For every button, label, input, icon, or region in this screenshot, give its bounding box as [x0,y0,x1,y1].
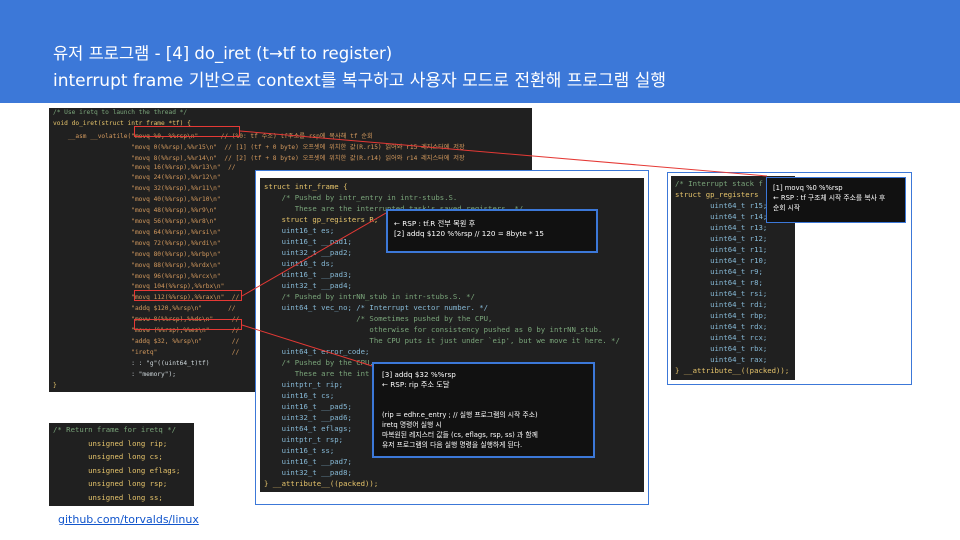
code-line: uint64_t r9; [675,267,763,276]
code-line: /* Interrupt stack f [675,179,763,188]
code-line: "movq 16(%%rsp),%%r13\n" // [53,163,236,171]
code-line: uint64_t rdi; [675,300,768,309]
code-line: uint16_t __pad3; [264,270,352,279]
code-line: uint64_t r13; [675,223,768,232]
highlight-addq-120 [134,290,242,301]
code-line: uint16_t ds; [264,259,335,268]
code-line: uint16_t ss; [264,446,335,455]
code-line: "movq 64(%%rsp),%%rsi\n" [53,228,221,236]
code-line: uint16_t __pad7; [264,457,352,466]
code-line: "movq 96(%%rsp),%%rcx\n" [53,272,221,280]
code-line: : "memory"); [53,370,176,378]
code-line: unsigned long eflags; [53,465,181,475]
code-line: uint32_t __pad6; [264,413,352,422]
code-line: uint64_t rsi; [675,289,768,298]
highlight-movq-rsp [134,126,240,137]
code-line: /* Pushed by intrNN_stub in intr-stubs.S… [264,292,475,301]
code-line: "movq 56(%%rsp),%%r8\n" [53,218,217,225]
code-line: uint64_t error_code; [264,347,370,356]
code-line: uintptr_t rsp; [264,435,344,444]
note-box-2: ← RSP : tf.R 전부 복원 후 [2] addq $120 %%rsp… [386,209,598,253]
code-line: /* Return frame for iretq */ [53,425,177,434]
code-line: } __attribute__((packed)); [264,479,379,488]
code-line: uint64_t r11; [675,245,768,254]
code-line: unsigned long cs; [53,452,163,461]
code-line: uint64_t rbx; [675,344,768,353]
note-text-1: [1] movq %0 %%rsp ← RSP : tf 구조체 시작 주소를 … [773,184,886,212]
code-line: "movq 48(%%rsp),%%r9\n" [53,207,217,215]
code-line: uint16_t cs; [264,391,335,400]
code-line: "movq 32(%%rsp),%%r11\n" [53,185,221,193]
code-line: unsigned long ss; [53,492,163,502]
code-line: uint32_t __pad2; [264,248,352,257]
note-text-3b: (rip = edhr.e_entry ; // 실행 프로그램의 시작 주소)… [382,411,538,449]
note-box-3: [3] addq $32 %%rsp ← RSP: rip 주소 도달 (rip… [372,362,595,458]
code-line: "iretq" // [53,348,240,356]
code-line: "movq 0(%%rsp),%%r15\n" // [1] (tf + 0 b… [53,143,465,151]
code-line: : : "g"((uint64_t)tf) [53,359,210,367]
return-frame-code-panel: /* Return frame for iretq */ unsigned lo… [49,423,194,506]
slide-subtitle: interrupt frame 기반으로 context를 복구하고 사용자 모… [53,71,667,91]
code-line: /* Pushed by intr_entry in intr-stubs.S. [264,193,458,202]
code-line: /* Sometimes pushed by the CPU, [264,314,493,323]
code-line: } __attribute__((packed)); [675,366,790,375]
note-text-2: ← RSP : tf.R 전부 복원 후 [2] addq $120 %%rsp… [394,219,545,238]
code-line: uint64_t r10; [675,256,768,265]
code-line: struct intr_frame { [264,182,348,191]
code-line: uint64_t rax; [675,355,768,364]
code-line: uint64_t rdx; [675,322,768,331]
source-link[interactable]: github.com/torvalds/linux [58,513,199,526]
code-line: uintptr_t rip; [264,380,344,389]
note-box-1: [1] movq %0 %%rsp ← RSP : tf 구조체 시작 주소를 … [766,177,906,223]
code-line: unsigned long rip; [53,438,168,448]
code-line: /* Pushed by the CPU. [264,358,374,367]
code-line: } [53,381,57,389]
code-line: "addq $120,%%rsp\n" // [53,305,236,313]
code-line: uint64_t r15; [675,201,768,210]
code-line: uint16_t __pad5; [264,402,352,411]
code-line: otherwise for consistency pushed as 0 by… [264,325,603,334]
code-line: "movq 40(%%rsp),%%r10\n" [53,196,221,204]
code-line: "movq 80(%%rsp),%%rbp\n" [53,250,221,258]
code-line: uint64_t rbp; [675,311,768,320]
code-line: uint64_t r14; [675,212,768,221]
code-line: unsigned long rsp; [53,479,168,488]
highlight-addq-32 [134,319,242,330]
code-line: uint32_t __pad4; [264,281,352,290]
code-line: uint64_t eflags; [264,424,352,433]
code-line: "movq 72(%%rsp),%%rdi\n" [53,239,221,247]
code-line: "movq 24(%%rsp),%%r12\n" [53,174,221,182]
code-line: struct gp_registers [675,190,759,199]
code-line: uint16_t __pad1; [264,237,352,246]
code-line: "movq 88(%%rsp),%%rdx\n" [53,261,221,269]
code-line: "movq 8(%%rsp),%%r14\n" // [2] (tf + 8 b… [53,154,465,162]
code-line: struct gp_registers R; [264,215,379,224]
code-line: /* Use iretq to launch the thread */ [53,109,188,116]
title-banner: 유저 프로그램 - [4] do_iret (t→tf to register)… [0,0,960,103]
code-line: uint32_t __pad8; [264,468,352,477]
note-text-3a: [3] addq $32 %%rsp ← RSP: rip 주소 도달 [382,370,456,389]
code-line: The CPU puts it just under `eip', but we… [264,336,620,345]
code-line: uint64_t r8; [675,278,763,287]
code-line: These are the int [264,369,370,378]
code-line: uint16_t es; [264,226,335,235]
code-line: "addq $32, %%rsp\n" // [53,337,240,345]
slide-title: 유저 프로그램 - [4] do_iret (t→tf to register) [53,44,393,63]
code-line: uint64_t r12; [675,234,768,243]
code-line: uint64_t vec_no; /* Interrupt vector num… [264,303,489,312]
code-line: uint64_t rcx; [675,333,768,342]
